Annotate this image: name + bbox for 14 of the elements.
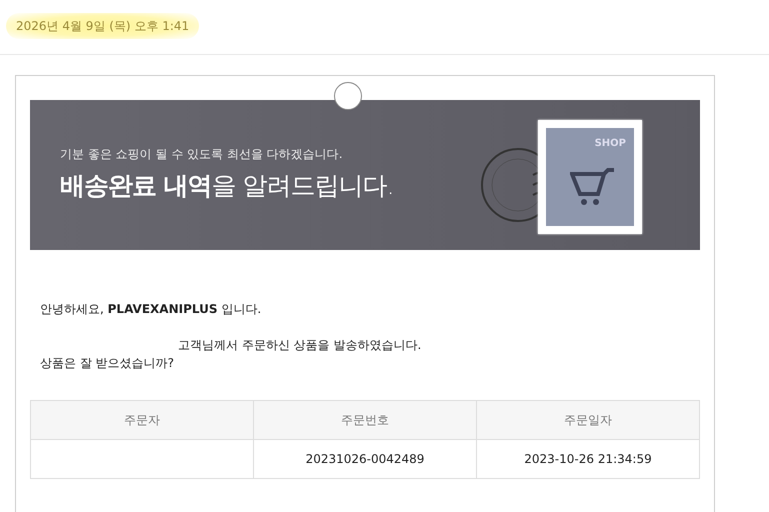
column-header: 주문번호 (254, 400, 476, 440)
cart-icon (570, 168, 616, 208)
greeting-text: 안녕하세요, PLAVEXANIPLUS 입니다. (40, 301, 262, 318)
column-header: 주문일자 (476, 400, 700, 440)
timestamp: 2026년 4월 9일 (목) 오후 1:41 (6, 13, 200, 39)
circle-icon (334, 82, 362, 110)
message-text: 상품은 잘 받으셨습니까? (40, 355, 174, 372)
banner-title: 배송완료 내역을 알려드립니다. (60, 170, 394, 202)
stamp-label: SHOP (594, 137, 626, 151)
banner-subtitle: 기분 좋은 쇼핑이 될 수 있도록 최선을 다하겠습니다. (60, 146, 344, 164)
message-text: 고객님께서 주문하신 상품을 발송하였습니다. (178, 337, 422, 354)
table-cell: 20231026-0042489 (254, 440, 476, 478)
table-cell: 2023-10-26 21:34:59 (476, 440, 700, 478)
column-header: 주문자 (30, 400, 254, 440)
